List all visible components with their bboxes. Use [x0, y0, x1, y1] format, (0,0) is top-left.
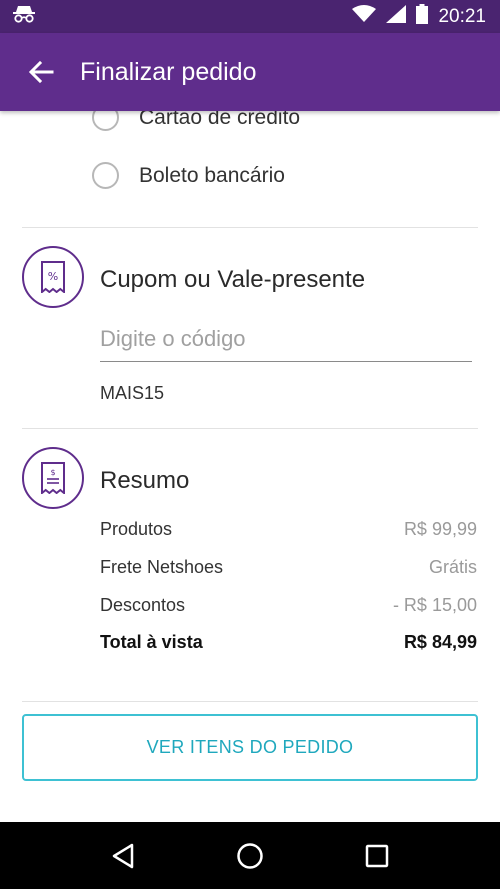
summary-label: Descontos [100, 595, 186, 615]
divider [22, 701, 478, 702]
payment-option-boleto[interactable]: Boleto bancário [92, 162, 285, 189]
summary-row-total: Total à vista R$ 84,99 [100, 632, 477, 653]
home-circle-icon[interactable] [228, 834, 272, 878]
back-arrow-icon[interactable] [24, 55, 58, 89]
radio-button[interactable] [92, 162, 119, 189]
payment-option-label: Cartão de crédito [139, 111, 301, 129]
total-label: Total à vista [100, 632, 203, 652]
applied-coupon-code: MAIS15 [100, 383, 165, 403]
divider [22, 428, 478, 429]
summary-label: Frete Netshoes [100, 557, 224, 577]
wifi-icon [352, 5, 377, 28]
svg-text:%: % [48, 270, 58, 283]
payment-option-credit-card[interactable]: Cartão de crédito [92, 111, 300, 131]
coupon-section-title: Cupom ou Vale-presente [100, 266, 366, 293]
status-time: 20:21 [438, 5, 486, 27]
coupon-code-input[interactable] [100, 322, 472, 362]
receipt-icon: $ [22, 447, 84, 509]
summary-section-title: Resumo [100, 467, 190, 494]
battery-icon [416, 4, 429, 29]
incognito-icon [12, 5, 36, 28]
app-bar: Finalizar pedido [0, 33, 500, 111]
summary-row-discounts: Descontos - R$ 15,00 [100, 595, 477, 616]
divider [22, 227, 478, 228]
coupon-icon: % [22, 246, 84, 308]
recents-square-icon[interactable] [355, 834, 399, 878]
checkout-content[interactable]: Cartão de crédito Boleto bancário % Cupo… [0, 111, 500, 822]
summary-value: - R$ 15,00 [392, 595, 477, 615]
system-nav-bar [0, 822, 500, 889]
summary-label: Produtos [100, 519, 173, 539]
payment-option-label: Boleto bancário [139, 163, 285, 187]
total-value: R$ 84,99 [403, 632, 477, 652]
page-title: Finalizar pedido [80, 57, 257, 86]
summary-value: Grátis [428, 557, 477, 577]
summary-row-products: Produtos R$ 99,99 [100, 519, 477, 540]
svg-text:$: $ [50, 468, 55, 477]
summary-row-shipping: Frete Netshoes Grátis [100, 557, 477, 578]
radio-button[interactable] [92, 111, 119, 131]
signal-icon [386, 5, 407, 28]
back-triangle-icon[interactable] [101, 834, 145, 878]
status-bar: 20:21 [0, 0, 500, 33]
view-order-items-button[interactable]: VER ITENS DO PEDIDO [22, 714, 478, 781]
summary-value: R$ 99,99 [403, 519, 477, 539]
